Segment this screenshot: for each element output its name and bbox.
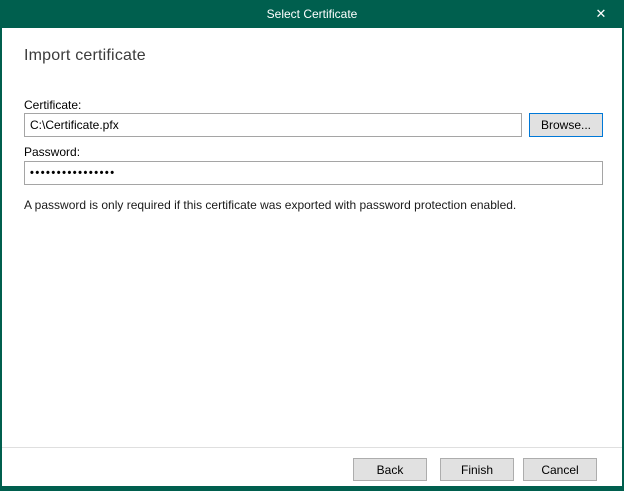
window-title: Select Certificate [267,7,358,21]
browse-button[interactable]: Browse... [529,113,603,137]
password-hint-text: A password is only required if this cert… [24,198,604,212]
cancel-button[interactable]: Cancel [523,458,597,481]
footer-divider [2,447,622,448]
select-certificate-dialog: Select Certificate ✕ Import certificate … [0,0,624,491]
password-label: Password: [24,145,80,159]
password-input[interactable] [24,161,603,185]
titlebar: Select Certificate ✕ [0,0,624,28]
back-button[interactable]: Back [353,458,427,481]
certificate-path-input[interactable] [24,113,522,137]
close-icon[interactable]: ✕ [586,0,616,28]
certificate-label: Certificate: [24,98,81,112]
finish-button[interactable]: Finish [440,458,514,481]
page-title: Import certificate [24,47,146,65]
